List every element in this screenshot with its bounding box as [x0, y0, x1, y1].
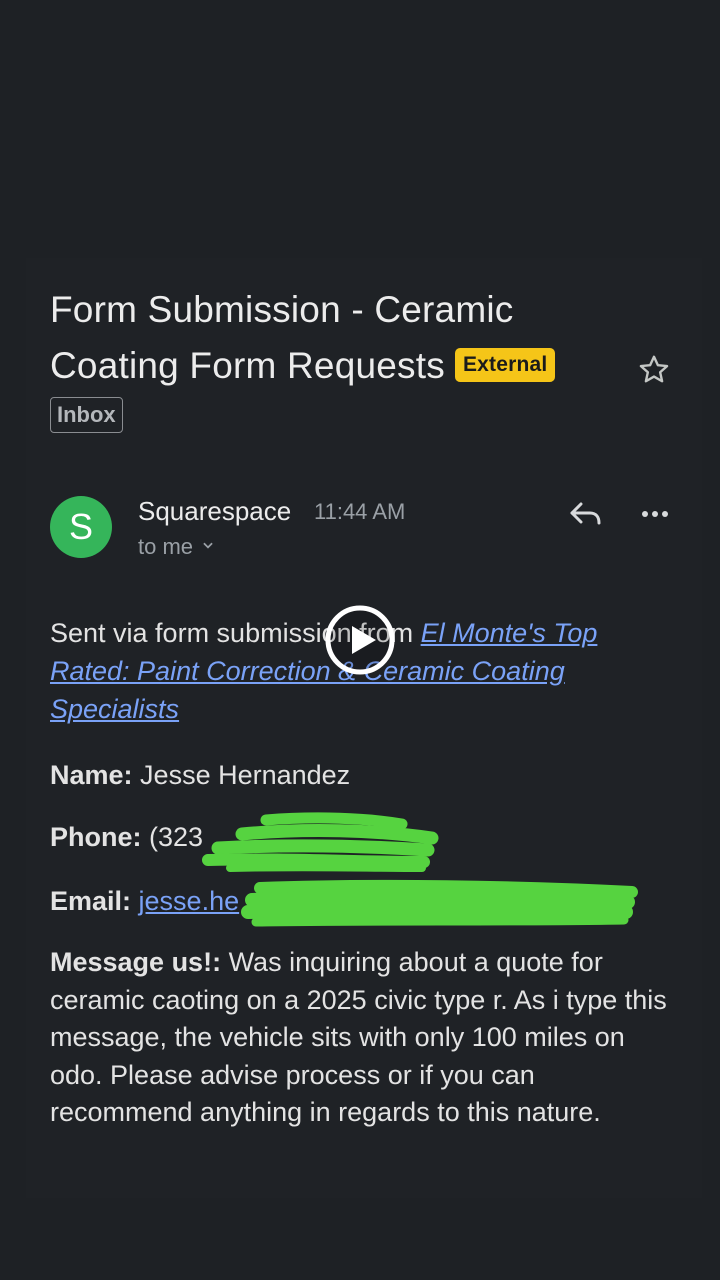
email-subject: Form Submission - Ceramic Coating Form R…	[50, 282, 630, 394]
email-view: Form Submission - Ceramic Coating Form R…	[0, 0, 720, 1280]
email-label: Email:	[50, 886, 132, 916]
sender-avatar[interactable]: S	[50, 496, 112, 558]
recipient-details-toggle[interactable]: to me	[138, 532, 215, 562]
name-value: Jesse Hernandez	[140, 760, 351, 790]
inbox-label-chip[interactable]: Inbox	[50, 397, 123, 433]
more-vert-icon[interactable]	[636, 496, 674, 532]
star-icon[interactable]	[636, 352, 672, 388]
subject-text: Form Submission - Ceramic Coating Form R…	[50, 289, 514, 386]
reply-icon[interactable]	[566, 496, 606, 532]
phone-label: Phone:	[50, 822, 142, 852]
name-field: Name: Jesse Hernandez	[50, 756, 670, 794]
chevron-down-icon	[203, 542, 213, 549]
sender-name[interactable]: Squarespace	[138, 494, 291, 528]
name-label: Name:	[50, 760, 133, 790]
external-badge: External	[454, 348, 556, 382]
sent-time: 11:44 AM	[314, 499, 406, 524]
recipient-label: to me	[138, 534, 194, 559]
phone-value[interactable]: (323	[149, 822, 203, 852]
message-label: Message us!:	[50, 947, 222, 977]
play-icon[interactable]	[324, 604, 396, 676]
email-link[interactable]: jesse.he	[139, 886, 240, 916]
email-field: Email: jesse.he	[50, 882, 670, 920]
message-field: Message us!: Was inquiring about a quote…	[50, 944, 670, 1132]
phone-field: Phone: (323	[50, 818, 670, 856]
